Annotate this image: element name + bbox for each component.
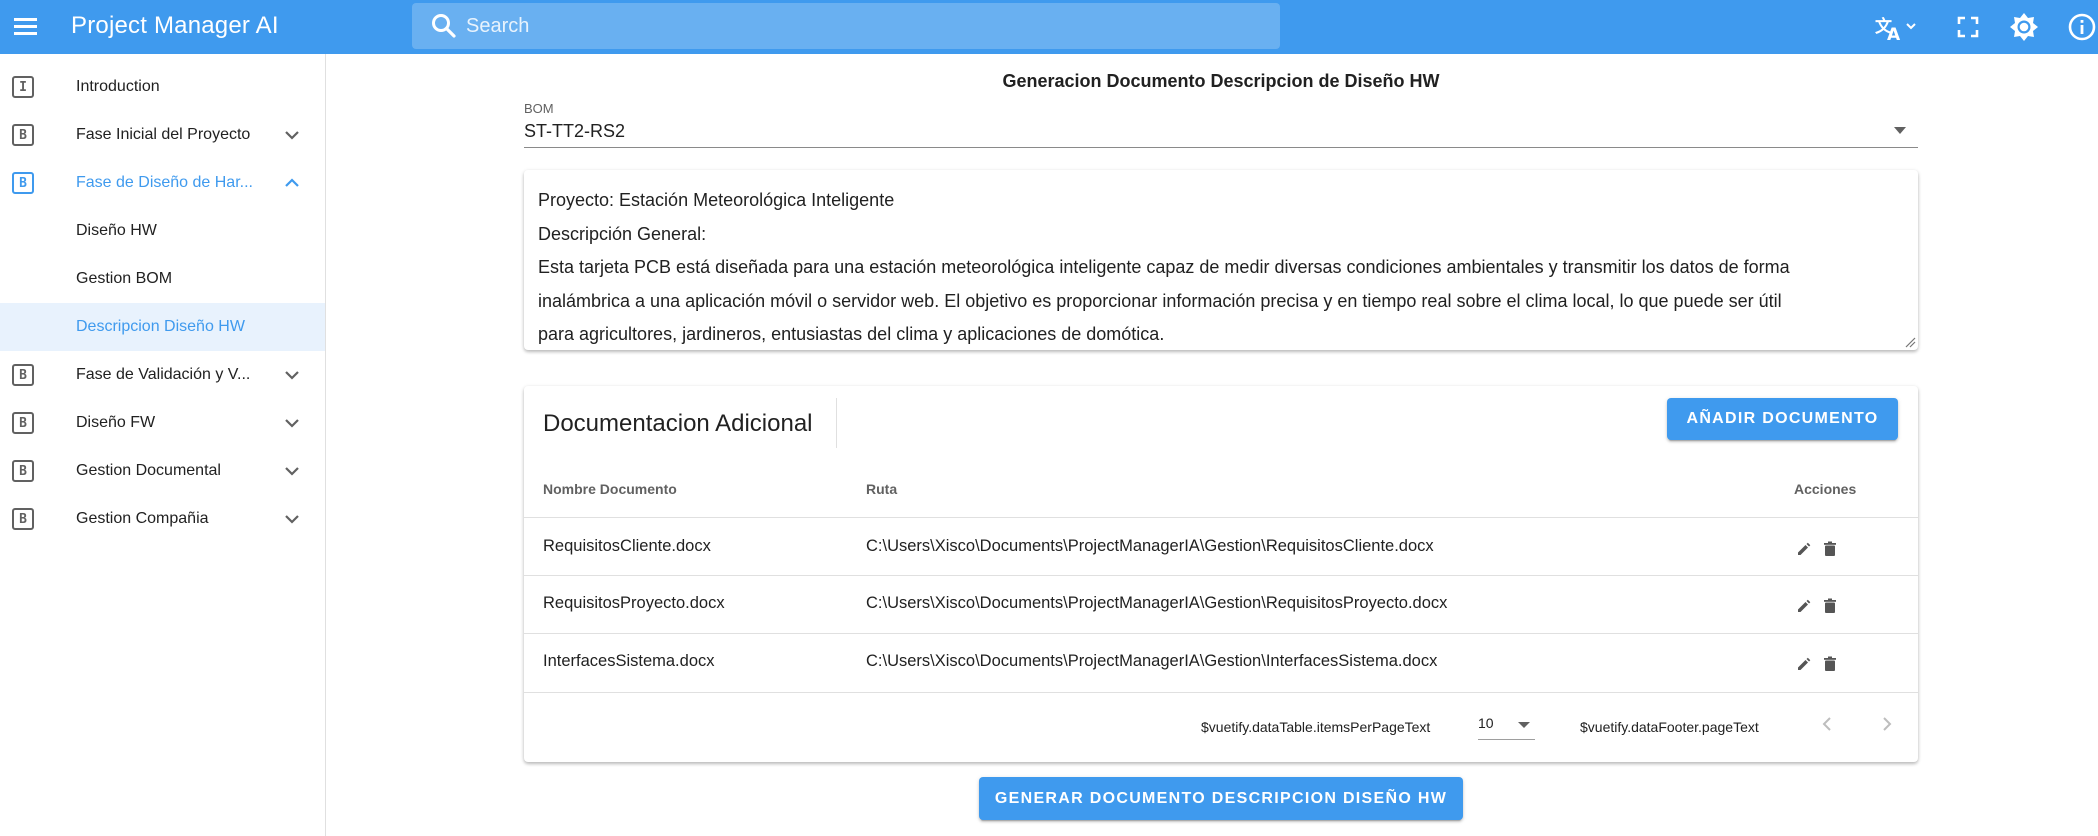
- divider: [524, 575, 1918, 576]
- sidebar-item-fase-inicial[interactable]: B Fase Inicial del Proyecto: [0, 111, 325, 159]
- delete-icon[interactable]: [1821, 540, 1839, 558]
- delete-icon[interactable]: [1821, 655, 1839, 673]
- description-line: para agricultores, jardineros, entusiast…: [538, 324, 1165, 344]
- doc-path: C:\Users\Xisco\Documents\ProjectManagerI…: [866, 537, 1434, 555]
- description-line: Proyecto: Estación Meteorológica Intelig…: [538, 190, 895, 210]
- description-line: Esta tarjeta PCB está diseñada para una …: [538, 257, 1790, 277]
- chevron-right-icon[interactable]: [1875, 712, 1899, 736]
- translate-icon[interactable]: 文 A: [1874, 11, 1920, 43]
- sidebar-item-label: Fase de Diseño de Har...: [76, 174, 253, 191]
- generate-document-button[interactable]: GENERAR DOCUMENTO DESCRIPCION DISEÑO HW: [979, 777, 1463, 820]
- book-icon: B: [12, 412, 34, 434]
- sidebar-item-gestion-compania[interactable]: B Gestion Compañia: [0, 495, 325, 543]
- delete-icon[interactable]: [1821, 597, 1839, 615]
- resize-handle-icon[interactable]: [1904, 336, 1916, 348]
- chevron-down-icon: [285, 515, 299, 524]
- chevron-down-icon: [285, 371, 299, 380]
- chevron-left-icon[interactable]: [1815, 712, 1839, 736]
- chevron-down-icon: [285, 419, 299, 428]
- search-icon: [430, 12, 458, 40]
- divider: [524, 692, 1918, 693]
- edit-icon[interactable]: [1795, 540, 1813, 558]
- book-icon: B: [12, 508, 34, 530]
- description-line: Descripción General:: [538, 223, 707, 244]
- bom-value: ST-TT2-RS2: [524, 121, 626, 141]
- sidebar-item-descripcion-diseno-hw[interactable]: Descripcion Diseño HW: [0, 303, 325, 351]
- documents-title: Documentacion Adicional: [543, 410, 813, 437]
- column-header-path[interactable]: Ruta: [866, 481, 897, 497]
- search-input[interactable]: [466, 14, 1246, 38]
- items-per-page-label: $vuetify.dataTable.itemsPerPageText: [1201, 719, 1431, 735]
- menu-icon[interactable]: [11, 11, 43, 43]
- fullscreen-icon[interactable]: [1954, 11, 1982, 43]
- doc-name: RequisitosCliente.docx: [543, 537, 711, 555]
- sidebar-item-label: Gestion BOM: [76, 270, 173, 287]
- sidebar-item-label: Introduction: [76, 78, 160, 95]
- items-per-page-select[interactable]: 10: [1478, 710, 1535, 740]
- column-header-actions: Acciones: [1794, 481, 1857, 497]
- caret-down-icon: [1518, 722, 1530, 728]
- bom-select[interactable]: ST-TT2-RS2: [524, 117, 1918, 148]
- chevron-down-icon: [285, 131, 299, 140]
- doc-path: C:\Users\Xisco\Documents\ProjectManagerI…: [866, 652, 1438, 670]
- column-header-name[interactable]: Nombre Documento: [543, 481, 677, 497]
- sidebar-item-gestion-bom[interactable]: Gestion BOM: [0, 255, 325, 303]
- sidebar: I Introduction B Fase Inicial del Proyec…: [0, 54, 326, 836]
- description-text: Proyecto: Estación Meteorológica Intelig…: [538, 184, 1900, 352]
- doc-name: RequisitosProyecto.docx: [543, 594, 725, 612]
- documents-card: Documentacion Adicional AÑADIR DOCUMENTO…: [524, 386, 1918, 762]
- page-title: Generacion Documento Descripcion de Dise…: [1002, 71, 1440, 91]
- doc-path: C:\Users\Xisco\Documents\ProjectManagerI…: [866, 594, 1448, 612]
- sidebar-item-introduction[interactable]: I Introduction: [0, 63, 325, 111]
- sidebar-item-label: Gestion Documental: [76, 462, 221, 479]
- sidebar-item-gestion-documental[interactable]: B Gestion Documental: [0, 447, 325, 495]
- edit-icon[interactable]: [1795, 597, 1813, 615]
- sidebar-item-label: Descripcion Diseño HW: [76, 318, 245, 335]
- bom-label: BOM: [524, 101, 554, 116]
- book-icon: B: [12, 124, 34, 146]
- app-title: Project Manager AI: [71, 12, 279, 39]
- sidebar-item-fase-diseno-hardware[interactable]: B Fase de Diseño de Har...: [0, 159, 325, 207]
- sidebar-item-label: Gestion Compañia: [76, 510, 209, 527]
- sidebar-item-label: Fase de Validación y V...: [76, 366, 251, 383]
- divider: [524, 517, 1918, 518]
- sidebar-item-diseno-hw[interactable]: Diseño HW: [0, 207, 325, 255]
- book-icon: I: [12, 76, 34, 98]
- items-per-page-value: 10: [1478, 715, 1494, 731]
- divider: [836, 398, 837, 448]
- search-bar[interactable]: [412, 3, 1280, 49]
- chevron-down-icon: [285, 467, 299, 476]
- caret-down-icon: [1894, 127, 1906, 134]
- chevron-up-icon: [285, 178, 299, 187]
- sidebar-item-fase-validacion[interactable]: B Fase de Validación y V...: [0, 351, 325, 399]
- page-text: $vuetify.dataFooter.pageText: [1580, 719, 1759, 735]
- description-line: inalámbrica a una aplicación móvil o ser…: [538, 290, 1782, 311]
- book-icon: B: [12, 364, 34, 386]
- description-textarea[interactable]: Proyecto: Estación Meteorológica Intelig…: [524, 170, 1918, 350]
- add-document-button[interactable]: AÑADIR DOCUMENTO: [1667, 398, 1898, 440]
- doc-name: InterfacesSistema.docx: [543, 652, 715, 670]
- brightness-icon[interactable]: [2008, 11, 2040, 43]
- divider: [524, 633, 1918, 634]
- sidebar-item-label: Diseño FW: [76, 414, 156, 431]
- app-bar: Project Manager AI 文 A: [0, 0, 2098, 54]
- sidebar-item-diseno-fw[interactable]: B Diseño FW: [0, 399, 325, 447]
- book-icon: B: [12, 172, 34, 194]
- sidebar-item-label: Diseño HW: [76, 222, 157, 239]
- edit-icon[interactable]: [1795, 655, 1813, 673]
- svg-text:A: A: [1887, 25, 1901, 43]
- info-icon[interactable]: [2066, 11, 2098, 43]
- sidebar-item-label: Fase Inicial del Proyecto: [76, 126, 251, 143]
- book-icon: B: [12, 460, 34, 482]
